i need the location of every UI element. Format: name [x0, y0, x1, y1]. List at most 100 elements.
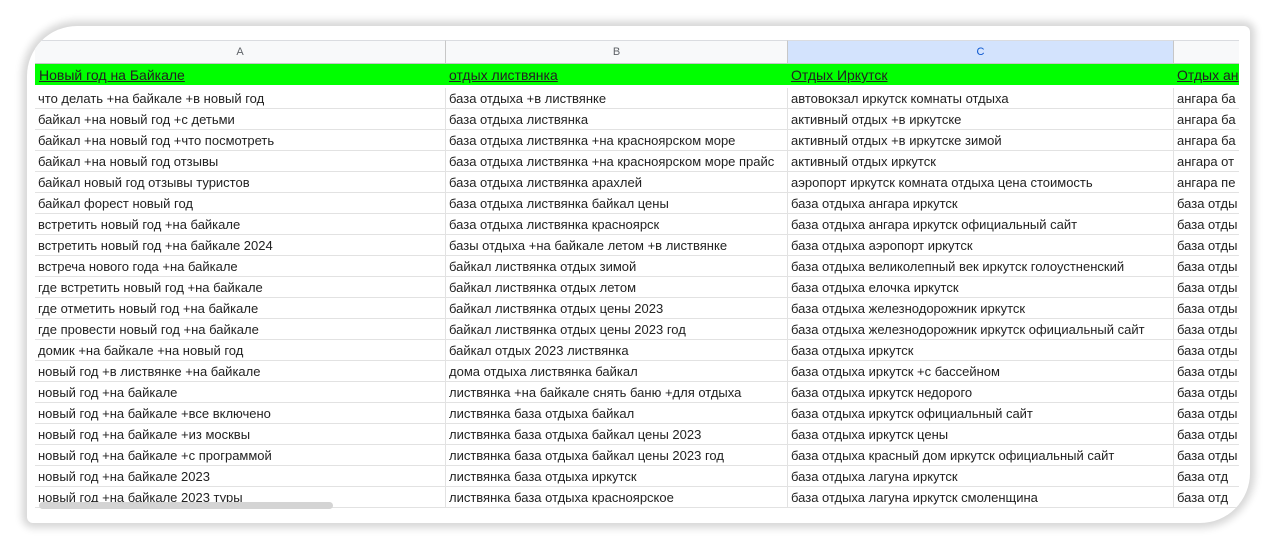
cell-b[interactable]: дома отдыха листвянка байкал	[446, 361, 788, 382]
cell-d[interactable]: база отды	[1174, 445, 1239, 466]
cell-c[interactable]: база отдыха ангара иркутск официальный с…	[788, 214, 1174, 235]
column-headers: ABC	[35, 40, 1239, 64]
cell-a[interactable]: встреча нового года +на байкале	[35, 256, 446, 277]
header-cell-b[interactable]: отдых листвянка	[446, 64, 788, 85]
cell-d[interactable]: база отд	[1174, 466, 1239, 487]
cell-b[interactable]: база отдыха листвянка +на красноярском м…	[446, 151, 788, 172]
table-row: байкал +на новый год отзывы база отдыха л…	[35, 151, 1239, 172]
table-row: новый год +на байкале 2023 листвянка база…	[35, 466, 1239, 487]
cell-c[interactable]: база отдыха железнодорожник иркутск офиц…	[788, 319, 1174, 340]
cell-d[interactable]: база отды	[1174, 214, 1239, 235]
cell-b[interactable]: листвянка база отдыха байкал цены 2023 г…	[446, 445, 788, 466]
cell-b[interactable]: байкал листвянка отдых летом	[446, 277, 788, 298]
cell-a[interactable]: байкал форест новый год	[35, 193, 446, 214]
cell-d[interactable]: база отды	[1174, 298, 1239, 319]
table-row: новый год +на байкале +все включено листв…	[35, 403, 1239, 424]
cell-c[interactable]: аэропорт иркутск комната отдыха цена сто…	[788, 172, 1174, 193]
cell-a[interactable]: новый год +на байкале	[35, 382, 446, 403]
cell-b[interactable]: база отдыха листвянка +на красноярском м…	[446, 130, 788, 151]
cell-d[interactable]: база отды	[1174, 277, 1239, 298]
cell-d[interactable]: база отды	[1174, 235, 1239, 256]
cell-c[interactable]: база отдыха железнодорожник иркутск	[788, 298, 1174, 319]
cell-b[interactable]: базы отдыха +на байкале летом +в листвян…	[446, 235, 788, 256]
cell-a[interactable]: байкал +на новый год +с детьми	[35, 109, 446, 130]
cell-a[interactable]: что делать +на байкале +в новый год	[35, 88, 446, 109]
cell-d[interactable]: база отды	[1174, 340, 1239, 361]
cell-a[interactable]: новый год +на байкале +все включено	[35, 403, 446, 424]
column-header-c[interactable]: C	[788, 40, 1174, 64]
cell-a[interactable]: байкал +на новый год +что посмотреть	[35, 130, 446, 151]
cell-a[interactable]: домик +на байкале +на новый год	[35, 340, 446, 361]
table-row: байкал +на новый год +что посмотреть база…	[35, 130, 1239, 151]
cell-c[interactable]: база отдыха ангара иркутск	[788, 193, 1174, 214]
table-row: байкал +на новый год +с детьми база отдых…	[35, 109, 1239, 130]
cell-a[interactable]: встретить новый год +на байкале	[35, 214, 446, 235]
cell-a[interactable]: где провести новый год +на байкале	[35, 319, 446, 340]
cell-b[interactable]: байкал листвянка отдых зимой	[446, 256, 788, 277]
cell-a[interactable]: новый год +в листвянке +на байкале	[35, 361, 446, 382]
cell-b[interactable]: листвянка +на байкале снять баню +для от…	[446, 382, 788, 403]
cell-d[interactable]: ангара от	[1174, 151, 1239, 172]
cell-b[interactable]: листвянка база отдыха иркутск	[446, 466, 788, 487]
cell-b[interactable]: база отдыха +в листвянке	[446, 88, 788, 109]
cell-d[interactable]: база отды	[1174, 256, 1239, 277]
cell-b[interactable]: база отдыха листвянка байкал цены	[446, 193, 788, 214]
cell-d[interactable]: база отд	[1174, 487, 1239, 508]
cell-c[interactable]: база отдыха лагуна иркутск смоленщина	[788, 487, 1174, 508]
cell-a[interactable]: байкал новый год отзывы туристов	[35, 172, 446, 193]
cell-c[interactable]: база отдыха иркутск +с бассейном	[788, 361, 1174, 382]
table-row: новый год +на байкале листвянка +на байка…	[35, 382, 1239, 403]
column-header-d[interactable]	[1174, 40, 1239, 64]
cell-d[interactable]: ангара пе	[1174, 172, 1239, 193]
column-header-b[interactable]: B	[446, 40, 788, 64]
table-row: байкал форест новый год база отдыха листв…	[35, 193, 1239, 214]
cell-a[interactable]: новый год +на байкале +из москвы	[35, 424, 446, 445]
header-row: Новый год на Байкале отдых листвянка Отдых…	[35, 64, 1239, 85]
cell-a[interactable]: новый год +на байкале 2023	[35, 466, 446, 487]
cell-b[interactable]: листвянка база отдыха байкал цены 2023	[446, 424, 788, 445]
cell-c[interactable]: база отдыха великолепный век иркутск гол…	[788, 256, 1174, 277]
cell-b[interactable]: байкал листвянка отдых цены 2023	[446, 298, 788, 319]
cell-c[interactable]: база отдыха аэропорт иркутск	[788, 235, 1174, 256]
header-cell-d[interactable]: Отдых ан	[1174, 64, 1239, 85]
cell-d[interactable]: ангара ба	[1174, 109, 1239, 130]
cell-c[interactable]: база отдыха иркутск цены	[788, 424, 1174, 445]
cell-a[interactable]: байкал +на новый год отзывы	[35, 151, 446, 172]
cell-d[interactable]: база отды	[1174, 424, 1239, 445]
cell-b[interactable]: база отдыха листвянка красноярск	[446, 214, 788, 235]
cell-c[interactable]: база отдыха иркутск официальный сайт	[788, 403, 1174, 424]
cell-c[interactable]: активный отдых +в иркутске	[788, 109, 1174, 130]
cell-c[interactable]: база отдыха красный дом иркутск официаль…	[788, 445, 1174, 466]
cell-b[interactable]: база отдыха листвянка арахлей	[446, 172, 788, 193]
cell-d[interactable]: база отды	[1174, 403, 1239, 424]
cell-d[interactable]: ангара ба	[1174, 130, 1239, 151]
cell-a[interactable]: где встретить новый год +на байкале	[35, 277, 446, 298]
cell-b[interactable]: база отдыха листвянка	[446, 109, 788, 130]
cell-a[interactable]: где отметить новый год +на байкале	[35, 298, 446, 319]
cell-d[interactable]: ангара ба	[1174, 88, 1239, 109]
cell-c[interactable]: база отдыха иркутск недорого	[788, 382, 1174, 403]
column-header-a[interactable]: A	[35, 40, 446, 64]
cell-c[interactable]: активный отдых иркутск	[788, 151, 1174, 172]
cell-d[interactable]: база отды	[1174, 193, 1239, 214]
horizontal-scrollbar[interactable]	[39, 502, 333, 509]
cell-a[interactable]: встретить новый год +на байкале 2024	[35, 235, 446, 256]
table-row: новый год +на байкале +из москвы листвянк…	[35, 424, 1239, 445]
cell-b[interactable]: листвянка база отдыха байкал	[446, 403, 788, 424]
cell-a[interactable]: новый год +на байкале +с программой	[35, 445, 446, 466]
header-cell-c[interactable]: Отдых Иркутск	[788, 64, 1174, 85]
cell-b[interactable]: байкал листвянка отдых цены 2023 год	[446, 319, 788, 340]
cell-c[interactable]: автовокзал иркутск комнаты отдыха	[788, 88, 1174, 109]
cell-b[interactable]: байкал отдых 2023 листвянка	[446, 340, 788, 361]
cell-c[interactable]: база отдыха елочка иркутск	[788, 277, 1174, 298]
cell-d[interactable]: база отды	[1174, 361, 1239, 382]
cell-b[interactable]: листвянка база отдыха красноярское	[446, 487, 788, 508]
cell-c[interactable]: база отдыха лагуна иркутск	[788, 466, 1174, 487]
cell-d[interactable]: база отды	[1174, 382, 1239, 403]
table-row: встреча нового года +на байкале байкал ли…	[35, 256, 1239, 277]
header-cell-a[interactable]: Новый год на Байкале	[35, 64, 446, 85]
spreadsheet-grid[interactable]: ABC Новый год на Байкале отдых листвянка О…	[35, 40, 1239, 515]
cell-c[interactable]: активный отдых +в иркутске зимой	[788, 130, 1174, 151]
cell-d[interactable]: база отды	[1174, 319, 1239, 340]
cell-c[interactable]: база отдыха иркутск	[788, 340, 1174, 361]
